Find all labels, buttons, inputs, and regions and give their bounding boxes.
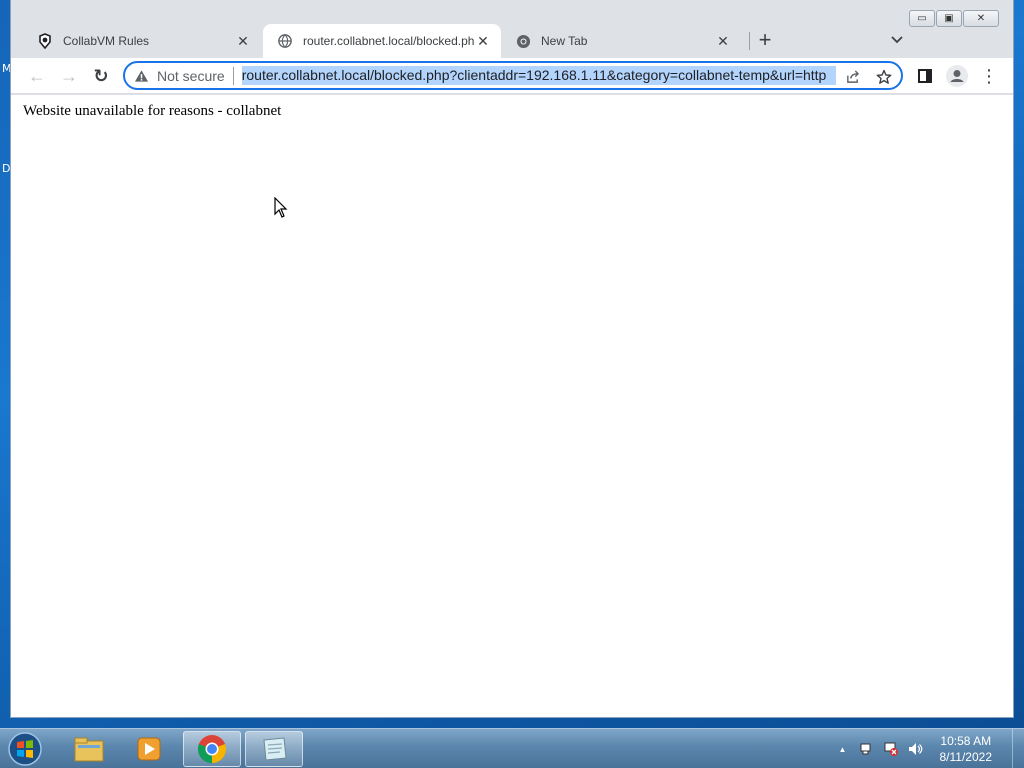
reload-icon: ↻ [93, 65, 109, 86]
side-panel-button[interactable] [913, 64, 937, 88]
tab-title: router.collabnet.local/blocked.php [303, 34, 475, 48]
collabvm-favicon-icon [37, 33, 53, 49]
side-panel-icon [918, 69, 932, 83]
tab-strip: CollabVM Rules ✕ router.collabnet.local/… [11, 24, 1013, 58]
action-center-flag-icon[interactable] [858, 740, 876, 758]
tab-title: New Tab [541, 34, 588, 48]
tab-collabvm-rules[interactable]: CollabVM Rules ✕ [23, 24, 261, 58]
globe-icon [277, 33, 293, 49]
taskbar-file-explorer[interactable] [60, 731, 118, 767]
show-desktop-button[interactable] [1012, 729, 1024, 768]
taskbar-media-player[interactable] [120, 731, 178, 767]
system-tray: ▲ 10:58 AM 8/11/2022 [834, 729, 1024, 768]
clock[interactable]: 10:58 AM 8/11/2022 [940, 733, 993, 765]
forward-button[interactable]: → [57, 64, 81, 88]
menu-button[interactable]: ⋮ [977, 64, 1001, 88]
volume-icon[interactable] [906, 740, 924, 758]
back-arrow-icon: ← [28, 65, 46, 86]
chrome-icon [197, 735, 227, 763]
show-hidden-icons-button[interactable]: ▲ [834, 740, 852, 758]
warning-triangle-icon[interactable] [133, 68, 149, 84]
notepad-icon [263, 737, 287, 761]
taskbar-chrome[interactable] [183, 731, 241, 767]
clock-time: 10:58 AM [940, 734, 992, 748]
maximize-icon: ▣ [944, 13, 954, 24]
tab-close-button[interactable]: ✕ [475, 33, 491, 50]
page-content: Website unavailable for reasons - collab… [11, 95, 1013, 717]
start-button[interactable] [6, 730, 46, 768]
tab-blocked-page[interactable]: router.collabnet.local/blocked.php ✕ [263, 24, 501, 58]
minimize-icon: ▭ [917, 13, 927, 24]
address-bar[interactable]: Not secure router.collabnet.local/blocke… [123, 61, 903, 90]
reload-button[interactable]: ↻ [89, 64, 113, 88]
tab-title: CollabVM Rules [63, 34, 150, 48]
forward-arrow-icon: → [60, 65, 78, 86]
chrome-icon [515, 33, 531, 49]
star-bookmark-icon[interactable] [875, 68, 893, 86]
taskbar-notepad[interactable] [245, 731, 303, 767]
tab-close-button[interactable]: ✕ [715, 33, 731, 50]
mouse-cursor-icon [274, 196, 288, 224]
close-icon: ✕ [976, 13, 986, 24]
share-icon[interactable] [843, 68, 861, 86]
url-text[interactable]: router.collabnet.local/blocked.php?clien… [241, 66, 836, 85]
new-tab-button[interactable]: + [753, 29, 777, 51]
tab-search-button[interactable] [891, 33, 903, 47]
browser-toolbar: ← → ↻ Not secure router.collabnet.local/… [11, 58, 1013, 94]
folder-icon [74, 737, 104, 762]
profile-avatar-icon [946, 65, 968, 87]
network-error-icon[interactable] [882, 740, 900, 758]
tab-new-tab[interactable]: New Tab ✕ [501, 24, 741, 58]
kebab-menu-icon: ⋮ [980, 65, 998, 86]
omnibox-separator [232, 66, 234, 85]
profile-button[interactable] [945, 64, 969, 88]
chevron-down-icon [891, 36, 903, 44]
taskbar: ▲ 10:58 AM 8/11/2022 [0, 728, 1024, 768]
browser-window: ▭ ▣ ✕ CollabVM Rules ✕ router.collabnet.… [10, 0, 1014, 718]
tab-close-button[interactable]: ✕ [235, 33, 251, 50]
security-status-label[interactable]: Not secure [157, 68, 225, 84]
back-button[interactable]: ← [25, 64, 49, 88]
clock-date: 8/11/2022 [939, 750, 993, 764]
blocked-message: Website unavailable for reasons - collab… [23, 103, 282, 119]
media-player-icon [137, 737, 161, 761]
tab-separator [749, 32, 750, 50]
windows-orb-icon [8, 732, 42, 766]
